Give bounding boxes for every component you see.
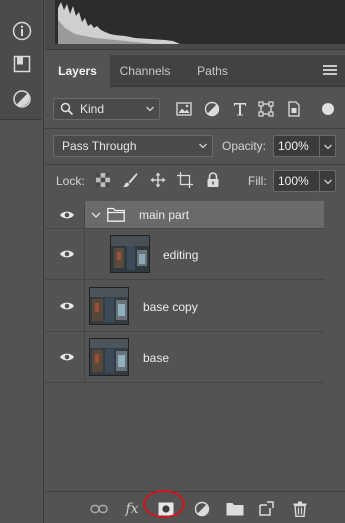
- layer-name: base: [143, 351, 170, 365]
- eye-icon: [60, 353, 74, 361]
- new-layer-icon[interactable]: [257, 500, 275, 518]
- opacity-value: 100%: [278, 139, 309, 153]
- lock-image-pixels-icon[interactable]: [121, 171, 139, 189]
- chevron-down-icon[interactable]: [91, 211, 101, 219]
- layer-thumbnail: [89, 287, 129, 325]
- search-icon: [60, 102, 74, 122]
- eye-icon: [60, 250, 74, 258]
- filter-toggle-icon[interactable]: [322, 103, 334, 115]
- adjustment-filter-icon[interactable]: [203, 100, 221, 118]
- fx-icon[interactable]: fx: [123, 500, 141, 518]
- chevron-down-icon: [324, 179, 332, 185]
- chevron-down-icon: [146, 106, 154, 112]
- layer-row[interactable]: base copy: [45, 280, 324, 332]
- chevron-down-icon: [324, 144, 332, 150]
- adjustments-icon[interactable]: [11, 88, 33, 110]
- layer-thumbnail: [89, 338, 129, 376]
- fill-value: 100%: [278, 174, 309, 188]
- layers-bottom-toolbar: fx: [45, 490, 345, 523]
- highlight-circle: [143, 490, 185, 518]
- tab-layers[interactable]: Layers: [45, 55, 110, 87]
- visibility-toggle[interactable]: [45, 332, 85, 382]
- shape-filter-icon[interactable]: [257, 100, 275, 118]
- layer-name: base copy: [143, 300, 198, 314]
- fx-label: fx: [125, 501, 139, 517]
- filter-kind-dropdown[interactable]: Kind: [53, 98, 160, 120]
- tab-channels[interactable]: Channels: [110, 55, 180, 87]
- eye-icon: [60, 211, 74, 219]
- link-layers-icon[interactable]: [90, 500, 108, 518]
- fill-input[interactable]: 100%: [273, 170, 336, 193]
- panel-menu-icon[interactable]: [323, 65, 337, 77]
- layer-name: editing: [163, 248, 199, 262]
- layer-row-group[interactable]: main part: [45, 201, 324, 229]
- tab-paths[interactable]: Paths: [185, 55, 240, 87]
- lock-all-icon[interactable]: [204, 171, 222, 189]
- lock-position-icon[interactable]: [149, 171, 167, 189]
- panel-tab-bar: Layers Channels Paths: [45, 55, 345, 87]
- visibility-toggle[interactable]: [45, 280, 85, 331]
- blend-mode-dropdown[interactable]: Pass Through: [53, 135, 213, 157]
- smart-object-filter-icon[interactable]: [285, 100, 303, 118]
- properties-icon[interactable]: [11, 53, 33, 75]
- side-tool-group: [0, 0, 42, 120]
- lock-artboard-icon[interactable]: [176, 171, 194, 189]
- layer-list-scrollbar[interactable]: [324, 201, 345, 441]
- folder-icon: [107, 207, 125, 222]
- pixel-filter-icon[interactable]: [175, 100, 193, 118]
- layers-panel: Layers Channels Paths Kind Pass Through …: [45, 55, 345, 523]
- layer-row[interactable]: base: [45, 332, 324, 383]
- histogram-graph: [55, 0, 345, 44]
- eye-icon: [60, 302, 74, 310]
- fill-label: Fill:: [248, 174, 267, 188]
- visibility-toggle[interactable]: [45, 229, 85, 279]
- opacity-input[interactable]: 100%: [273, 135, 336, 158]
- layer-list: main part editing base copy base: [45, 201, 345, 441]
- divider: [45, 164, 345, 165]
- lock-transparent-pixels-icon[interactable]: [94, 171, 112, 189]
- layer-name: main part: [139, 208, 190, 222]
- photoshop-layers-window: Layers Channels Paths Kind Pass Through …: [0, 0, 345, 523]
- opacity-label: Opacity:: [222, 139, 267, 153]
- type-filter-icon[interactable]: [231, 100, 249, 118]
- lock-label: Lock:: [56, 174, 85, 188]
- filter-kind-label: Kind: [80, 102, 105, 116]
- blend-mode-value: Pass Through: [62, 139, 137, 153]
- histogram-panel: [45, 0, 345, 50]
- visibility-toggle[interactable]: [45, 201, 85, 228]
- opacity-dropdown-arrow[interactable]: [319, 136, 335, 158]
- fill-dropdown-arrow[interactable]: [319, 171, 335, 193]
- new-group-icon[interactable]: [226, 500, 244, 518]
- divider: [45, 128, 345, 129]
- chevron-down-icon: [199, 143, 207, 149]
- layer-thumbnail: [110, 235, 150, 273]
- info-icon[interactable]: [11, 20, 33, 42]
- delete-layer-icon[interactable]: [291, 500, 309, 518]
- side-tool-strip: [0, 0, 44, 523]
- layer-row[interactable]: editing: [45, 229, 324, 280]
- adjustment-layer-icon[interactable]: [193, 500, 211, 518]
